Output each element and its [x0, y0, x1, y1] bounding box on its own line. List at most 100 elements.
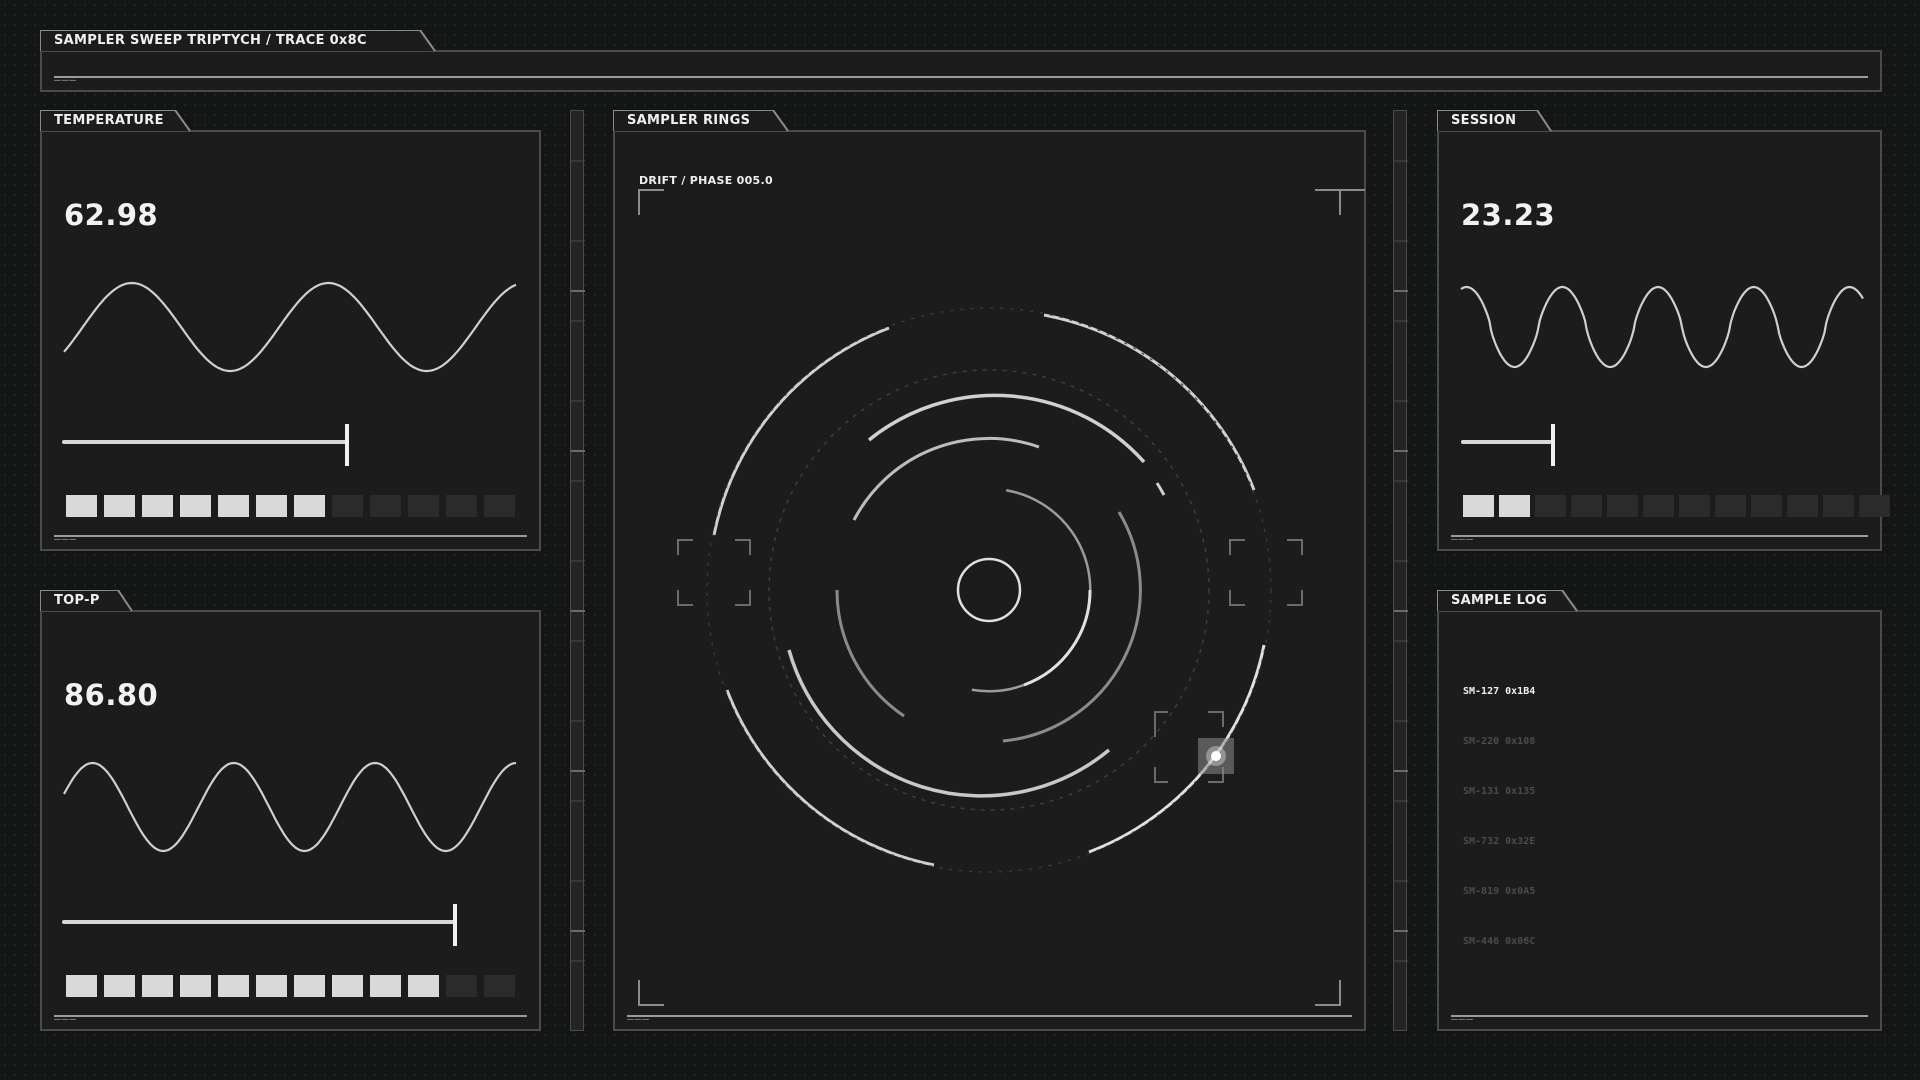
sample-log-title: SAMPLE LOG: [1451, 593, 1548, 608]
segment-indicator: [66, 495, 97, 517]
ring-2b: [1023, 589, 1092, 687]
ring-3c: [835, 589, 905, 718]
segment-indicator: [484, 975, 515, 997]
segment-indicator: [1679, 495, 1710, 517]
ring-3: [852, 436, 1040, 521]
temperature-dashes: ———: [54, 532, 77, 545]
segment-indicator: [256, 495, 287, 517]
segment-indicator: [446, 495, 477, 517]
session-value: 23.23: [1461, 198, 1556, 232]
header-title: SAMPLER SWEEP TRIPTYCH / TRACE 0x8C: [54, 33, 367, 48]
segment-indicator: [1535, 495, 1566, 517]
segment-indicator: [370, 495, 401, 517]
log-item[interactable]: SM-220 0x108: [1463, 736, 1535, 786]
segment-indicator: [256, 975, 287, 997]
rings: [706, 307, 1272, 873]
session-panel: SESSION 23.23 ———: [1437, 110, 1890, 551]
rings-graphic: [638, 189, 1365, 1006]
session-tab: SESSION: [1437, 110, 1557, 132]
header-dashes: ———: [54, 73, 77, 86]
segment-indicator: [332, 495, 363, 517]
log-item[interactable]: SM-732 0x32E: [1463, 836, 1535, 886]
top-p-slider-handle[interactable]: [453, 904, 457, 946]
temperature-baseline: [54, 535, 527, 537]
temperature-wave-path: [63, 281, 517, 373]
log-item[interactable]: SM-819 0x0A5: [1463, 886, 1535, 936]
left-rail-ticks: [571, 160, 585, 962]
segment-indicator: [1787, 495, 1818, 517]
top-p-tab: TOP-P: [40, 590, 140, 612]
session-segments: [1463, 495, 1890, 517]
session-slider-handle[interactable]: [1551, 424, 1555, 466]
session-wave-path: [1460, 285, 1864, 369]
header-baseline: [54, 76, 1868, 78]
log-item[interactable]: SM-127 0x1B4: [1463, 686, 1535, 736]
session-waveform: [1460, 285, 1864, 369]
segment-indicator: [180, 975, 211, 997]
segment-indicator: [294, 975, 325, 997]
temperature-slider[interactable]: [62, 424, 514, 466]
segment-indicator: [294, 495, 325, 517]
corner-brackets: [638, 189, 1365, 1006]
sampler-marker: [1198, 738, 1234, 774]
ring-4b: [1155, 482, 1166, 496]
right-rail-ticks: [1394, 160, 1408, 962]
top-p-slider-track: [62, 920, 455, 924]
temperature-waveform: [63, 281, 517, 373]
sample-log-tab: SAMPLE LOG: [1437, 590, 1582, 612]
segment-indicator: [370, 975, 401, 997]
session-baseline: [1451, 535, 1868, 537]
session-slider[interactable]: [1461, 424, 1861, 466]
segment-indicator: [1859, 495, 1890, 517]
temperature-value: 62.98: [64, 198, 159, 232]
segment-indicator: [1751, 495, 1782, 517]
top-p-wave-path: [63, 761, 517, 853]
temperature-panel: TEMPERATURE 62.98 ———: [40, 110, 541, 551]
segment-indicator: [180, 495, 211, 517]
log-item[interactable]: SM-131 0x135: [1463, 786, 1535, 836]
top-p-dashes: ———: [54, 1012, 77, 1025]
ring-2: [971, 488, 1092, 693]
segment-indicator: [1643, 495, 1674, 517]
top-p-title: TOP-P: [54, 593, 100, 608]
top-p-panel: TOP-P 86.80 ———: [40, 590, 541, 1031]
segment-indicator: [1463, 495, 1494, 517]
header-frame: [40, 50, 1882, 92]
segment-indicator: [66, 975, 97, 997]
segment-indicator: [446, 975, 477, 997]
ring-6b: [1043, 313, 1256, 491]
segment-indicator: [104, 975, 135, 997]
segment-indicator: [1499, 495, 1530, 517]
ring-5-dotted: [768, 369, 1210, 811]
sampler-rings-dashes: ———: [627, 1012, 650, 1025]
sample-log-panel: SAMPLE LOG SM-127 0x1B4 SM-220 0x108 SM-…: [1437, 590, 1882, 1031]
sample-log-dashes: ———: [1451, 1012, 1474, 1025]
segment-indicator: [142, 975, 173, 997]
ring-3b: [1002, 511, 1142, 743]
top-p-segments: [66, 975, 515, 997]
segment-indicator: [142, 495, 173, 517]
segment-indicator: [408, 975, 439, 997]
left-scroll-rail[interactable]: [570, 110, 585, 1031]
segment-indicator: [218, 975, 249, 997]
right-scroll-rail[interactable]: [1393, 110, 1408, 1031]
segment-indicator: [1607, 495, 1638, 517]
segment-indicator: [218, 495, 249, 517]
ring-4: [867, 393, 1146, 464]
session-title: SESSION: [1451, 113, 1517, 128]
temperature-tab: TEMPERATURE: [40, 110, 200, 132]
session-dashes: ———: [1451, 532, 1474, 545]
segment-indicator: [1715, 495, 1746, 517]
segment-indicator: [104, 495, 135, 517]
top-p-slider[interactable]: [62, 904, 514, 946]
temperature-slider-handle[interactable]: [345, 424, 349, 466]
segment-indicator: [1823, 495, 1854, 517]
segment-indicator: [484, 495, 515, 517]
sample-log-baseline: [1451, 1015, 1868, 1017]
sampler-rings-baseline: [627, 1015, 1352, 1017]
session-slider-track: [1461, 440, 1553, 444]
log-item[interactable]: SM-446 0x06C: [1463, 936, 1535, 986]
center-ring: [956, 557, 1022, 623]
segment-indicator: [408, 495, 439, 517]
top-p-value: 86.80: [64, 678, 159, 712]
